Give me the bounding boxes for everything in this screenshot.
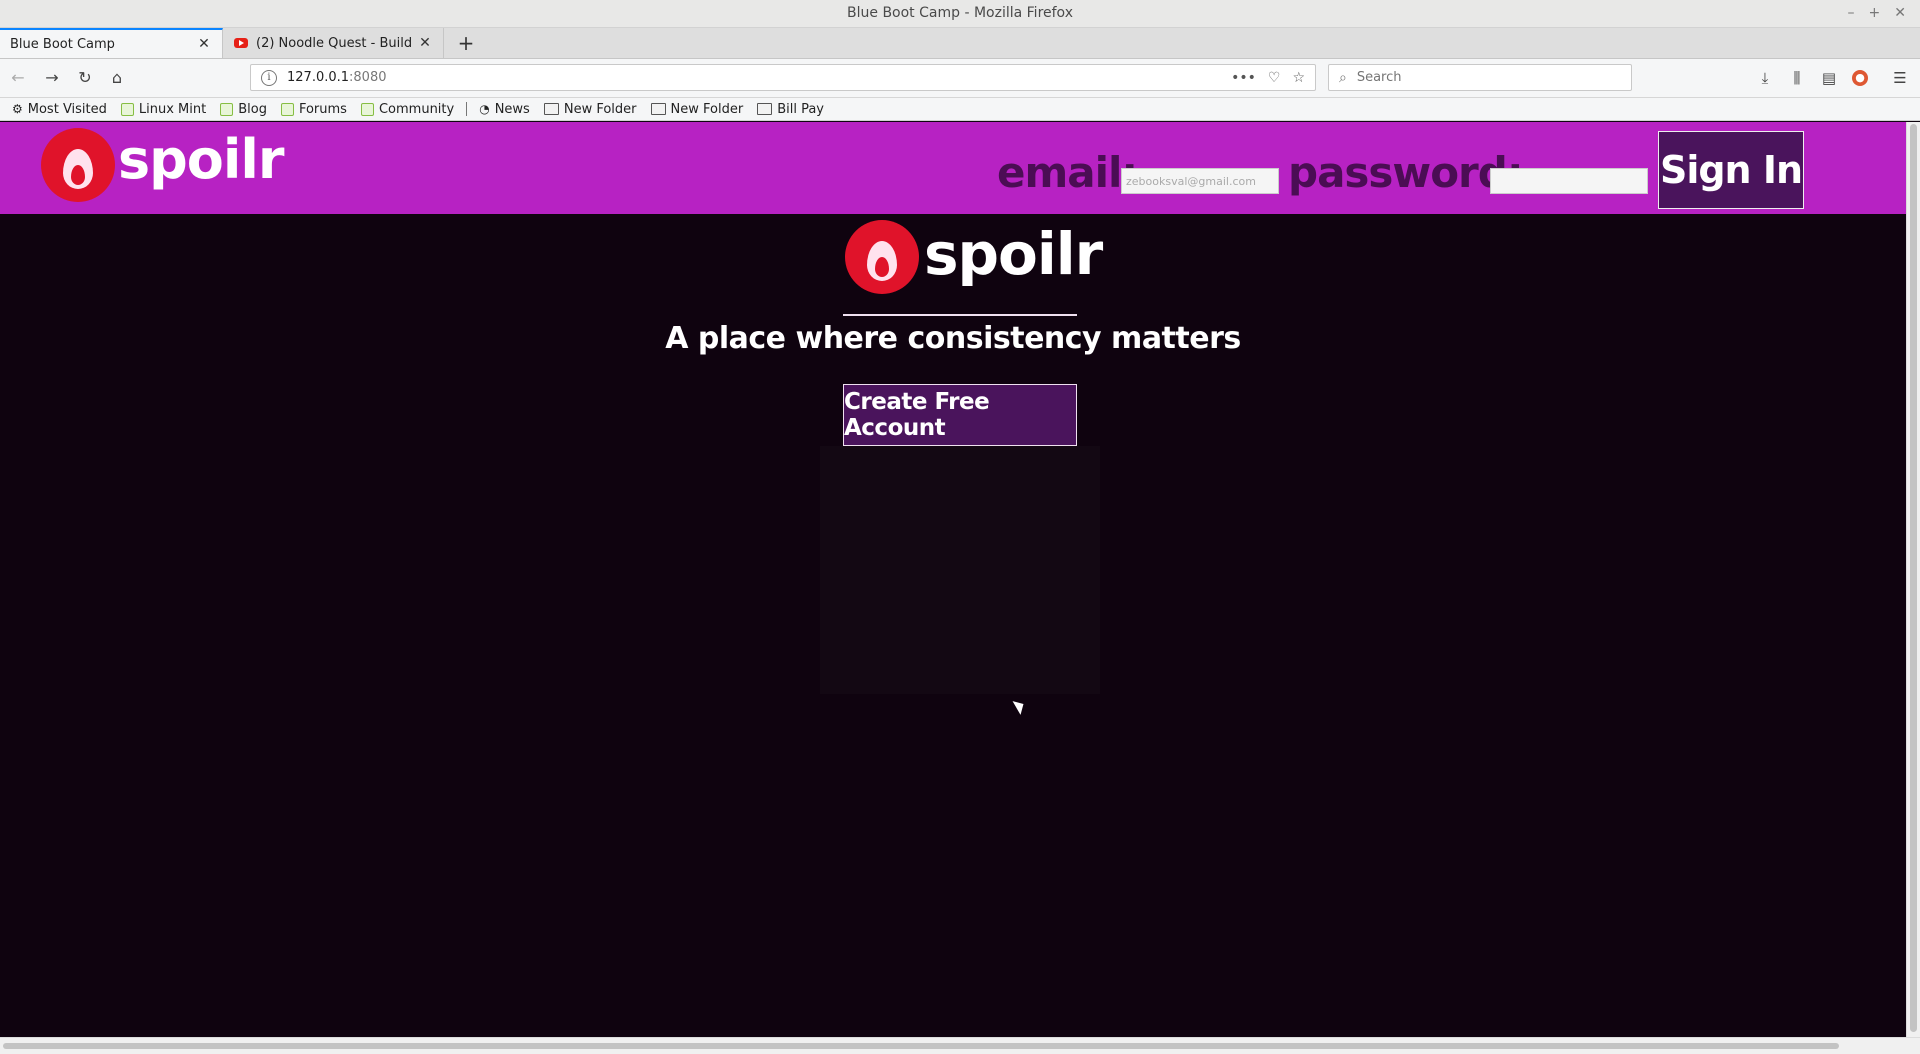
page-viewport: spoilr email: password: Sign In spoilr A… [0, 122, 1906, 1037]
bookmark-linux-mint[interactable]: Linux Mint [120, 101, 207, 117]
page-actions-icon[interactable]: ••• [1231, 70, 1256, 86]
home-icon[interactable]: ⌂ [107, 68, 127, 88]
password-field[interactable] [1490, 168, 1648, 194]
bookmark-bill-pay[interactable]: Bill Pay [757, 102, 824, 117]
search-bar[interactable]: ⌕ [1328, 64, 1632, 91]
bookmark-news[interactable]: ◔ News [479, 102, 530, 117]
tab-noodle-quest[interactable]: (2) Noodle Quest - Build a Bu ✕ [224, 28, 444, 58]
tab-label: (2) Noodle Quest - Build a Bu [256, 35, 417, 51]
scroll-thumb[interactable] [1910, 124, 1917, 1032]
hero-flame-logo-icon [845, 220, 919, 294]
flame-core [71, 165, 85, 185]
bookmark-community[interactable]: Community [360, 101, 455, 117]
tab-strip: Blue Boot Camp ✕ (2) Noodle Quest - Buil… [0, 28, 1920, 59]
minimize-icon[interactable]: – [1848, 0, 1855, 27]
mint-icon [220, 102, 234, 116]
url-host: 127.0.0.1 [287, 70, 350, 85]
youtube-icon [234, 38, 248, 48]
flame-core [875, 257, 889, 277]
bookmark-label: New Folder [563, 101, 637, 117]
bookmark-new-folder[interactable]: New Folder [543, 101, 637, 117]
hero-divider [843, 314, 1077, 316]
folder-icon [650, 103, 666, 115]
scroll-thumb[interactable] [3, 1043, 1839, 1049]
pocket-icon[interactable]: ♡ [1268, 70, 1281, 86]
back-icon[interactable]: ← [8, 68, 28, 88]
sidebar-icon[interactable]: ▤ [1819, 68, 1839, 88]
mint-icon [280, 102, 294, 116]
rss-icon: ◔ [479, 102, 490, 116]
close-icon[interactable]: ✕ [1894, 0, 1906, 27]
bookmark-label: Bill Pay [777, 101, 824, 117]
forward-icon[interactable]: → [42, 68, 62, 88]
bookmark-forums[interactable]: Forums [280, 101, 347, 117]
bookmark-label: Linux Mint [138, 101, 207, 117]
search-icon: ⌕ [1339, 69, 1347, 86]
close-tab-icon[interactable]: ✕ [196, 36, 212, 52]
folder-icon [543, 103, 559, 115]
url-bar[interactable]: i 127.0.0.1:8080 ••• ♡ ☆ [250, 64, 1316, 91]
bookmark-blog[interactable]: Blog [220, 102, 267, 117]
bookmark-label: New Folder [670, 101, 744, 117]
duckduckgo-icon[interactable]: ● [1852, 70, 1868, 86]
bookmark-label: News [494, 101, 530, 117]
close-tab-icon[interactable]: ✕ [417, 35, 433, 51]
vertical-scrollbar[interactable] [1906, 122, 1920, 1037]
site-info-icon[interactable]: i [261, 69, 277, 86]
bookmark-label: Forums [298, 101, 347, 117]
password-label: password: [1288, 148, 1524, 197]
site-header: spoilr email: password: Sign In [0, 122, 1906, 214]
library-icon[interactable]: ⫼ [1787, 68, 1807, 88]
bookmark-star-icon[interactable]: ☆ [1292, 70, 1305, 86]
content-panel [820, 446, 1100, 694]
bookmark-most-visited[interactable]: ⚙ Most Visited [12, 102, 107, 117]
reload-icon[interactable]: ↻ [75, 68, 95, 88]
window-controls: – + ✕ [1848, 0, 1906, 27]
gear-icon: ⚙ [12, 102, 23, 116]
tab-blue-boot-camp[interactable]: Blue Boot Camp ✕ [0, 28, 223, 58]
mint-icon [120, 102, 134, 116]
create-account-button[interactable]: Create Free Account [843, 384, 1077, 446]
url-actions: ••• ♡ ☆ [1231, 70, 1315, 86]
search-input[interactable] [1354, 69, 1631, 86]
bookmark-separator [466, 102, 468, 116]
sign-in-button[interactable]: Sign In [1658, 131, 1804, 209]
bookmarks-toolbar: ⚙ Most Visited Linux Mint Blog Forums Com… [0, 98, 1920, 121]
email-label: email: [997, 148, 1138, 197]
mint-icon [360, 102, 374, 116]
horizontal-scrollbar[interactable] [0, 1037, 1920, 1054]
navigation-toolbar: ← → ↻ ⌂ i 127.0.0.1:8080 ••• ♡ ☆ ⌕ ⤓ ⫼ ▤… [0, 59, 1920, 98]
new-tab-button[interactable]: + [455, 28, 477, 58]
bookmark-label: Community [378, 101, 455, 117]
maximize-icon[interactable]: + [1869, 0, 1881, 27]
folder-icon [757, 103, 773, 115]
window-title: Blue Boot Camp - Mozilla Firefox [847, 5, 1073, 21]
bookmark-label: Most Visited [27, 101, 107, 117]
hero-brand: spoilr [924, 220, 1103, 288]
url-port: :8080 [349, 70, 387, 85]
url-text[interactable]: 127.0.0.1:8080 [287, 70, 1231, 85]
tab-label: Blue Boot Camp [10, 36, 115, 52]
email-field[interactable] [1121, 168, 1279, 194]
window-titlebar: Blue Boot Camp - Mozilla Firefox – + ✕ [0, 0, 1920, 28]
menu-icon[interactable]: ☰ [1890, 68, 1910, 88]
downloads-icon[interactable]: ⤓ [1755, 68, 1775, 88]
bookmark-new-folder-2[interactable]: New Folder [650, 101, 744, 117]
flame-logo-icon[interactable] [41, 128, 115, 202]
tagline: A place where consistency matters [665, 321, 1241, 356]
header-brand[interactable]: spoilr [118, 128, 285, 191]
bookmark-label: Blog [238, 101, 267, 117]
